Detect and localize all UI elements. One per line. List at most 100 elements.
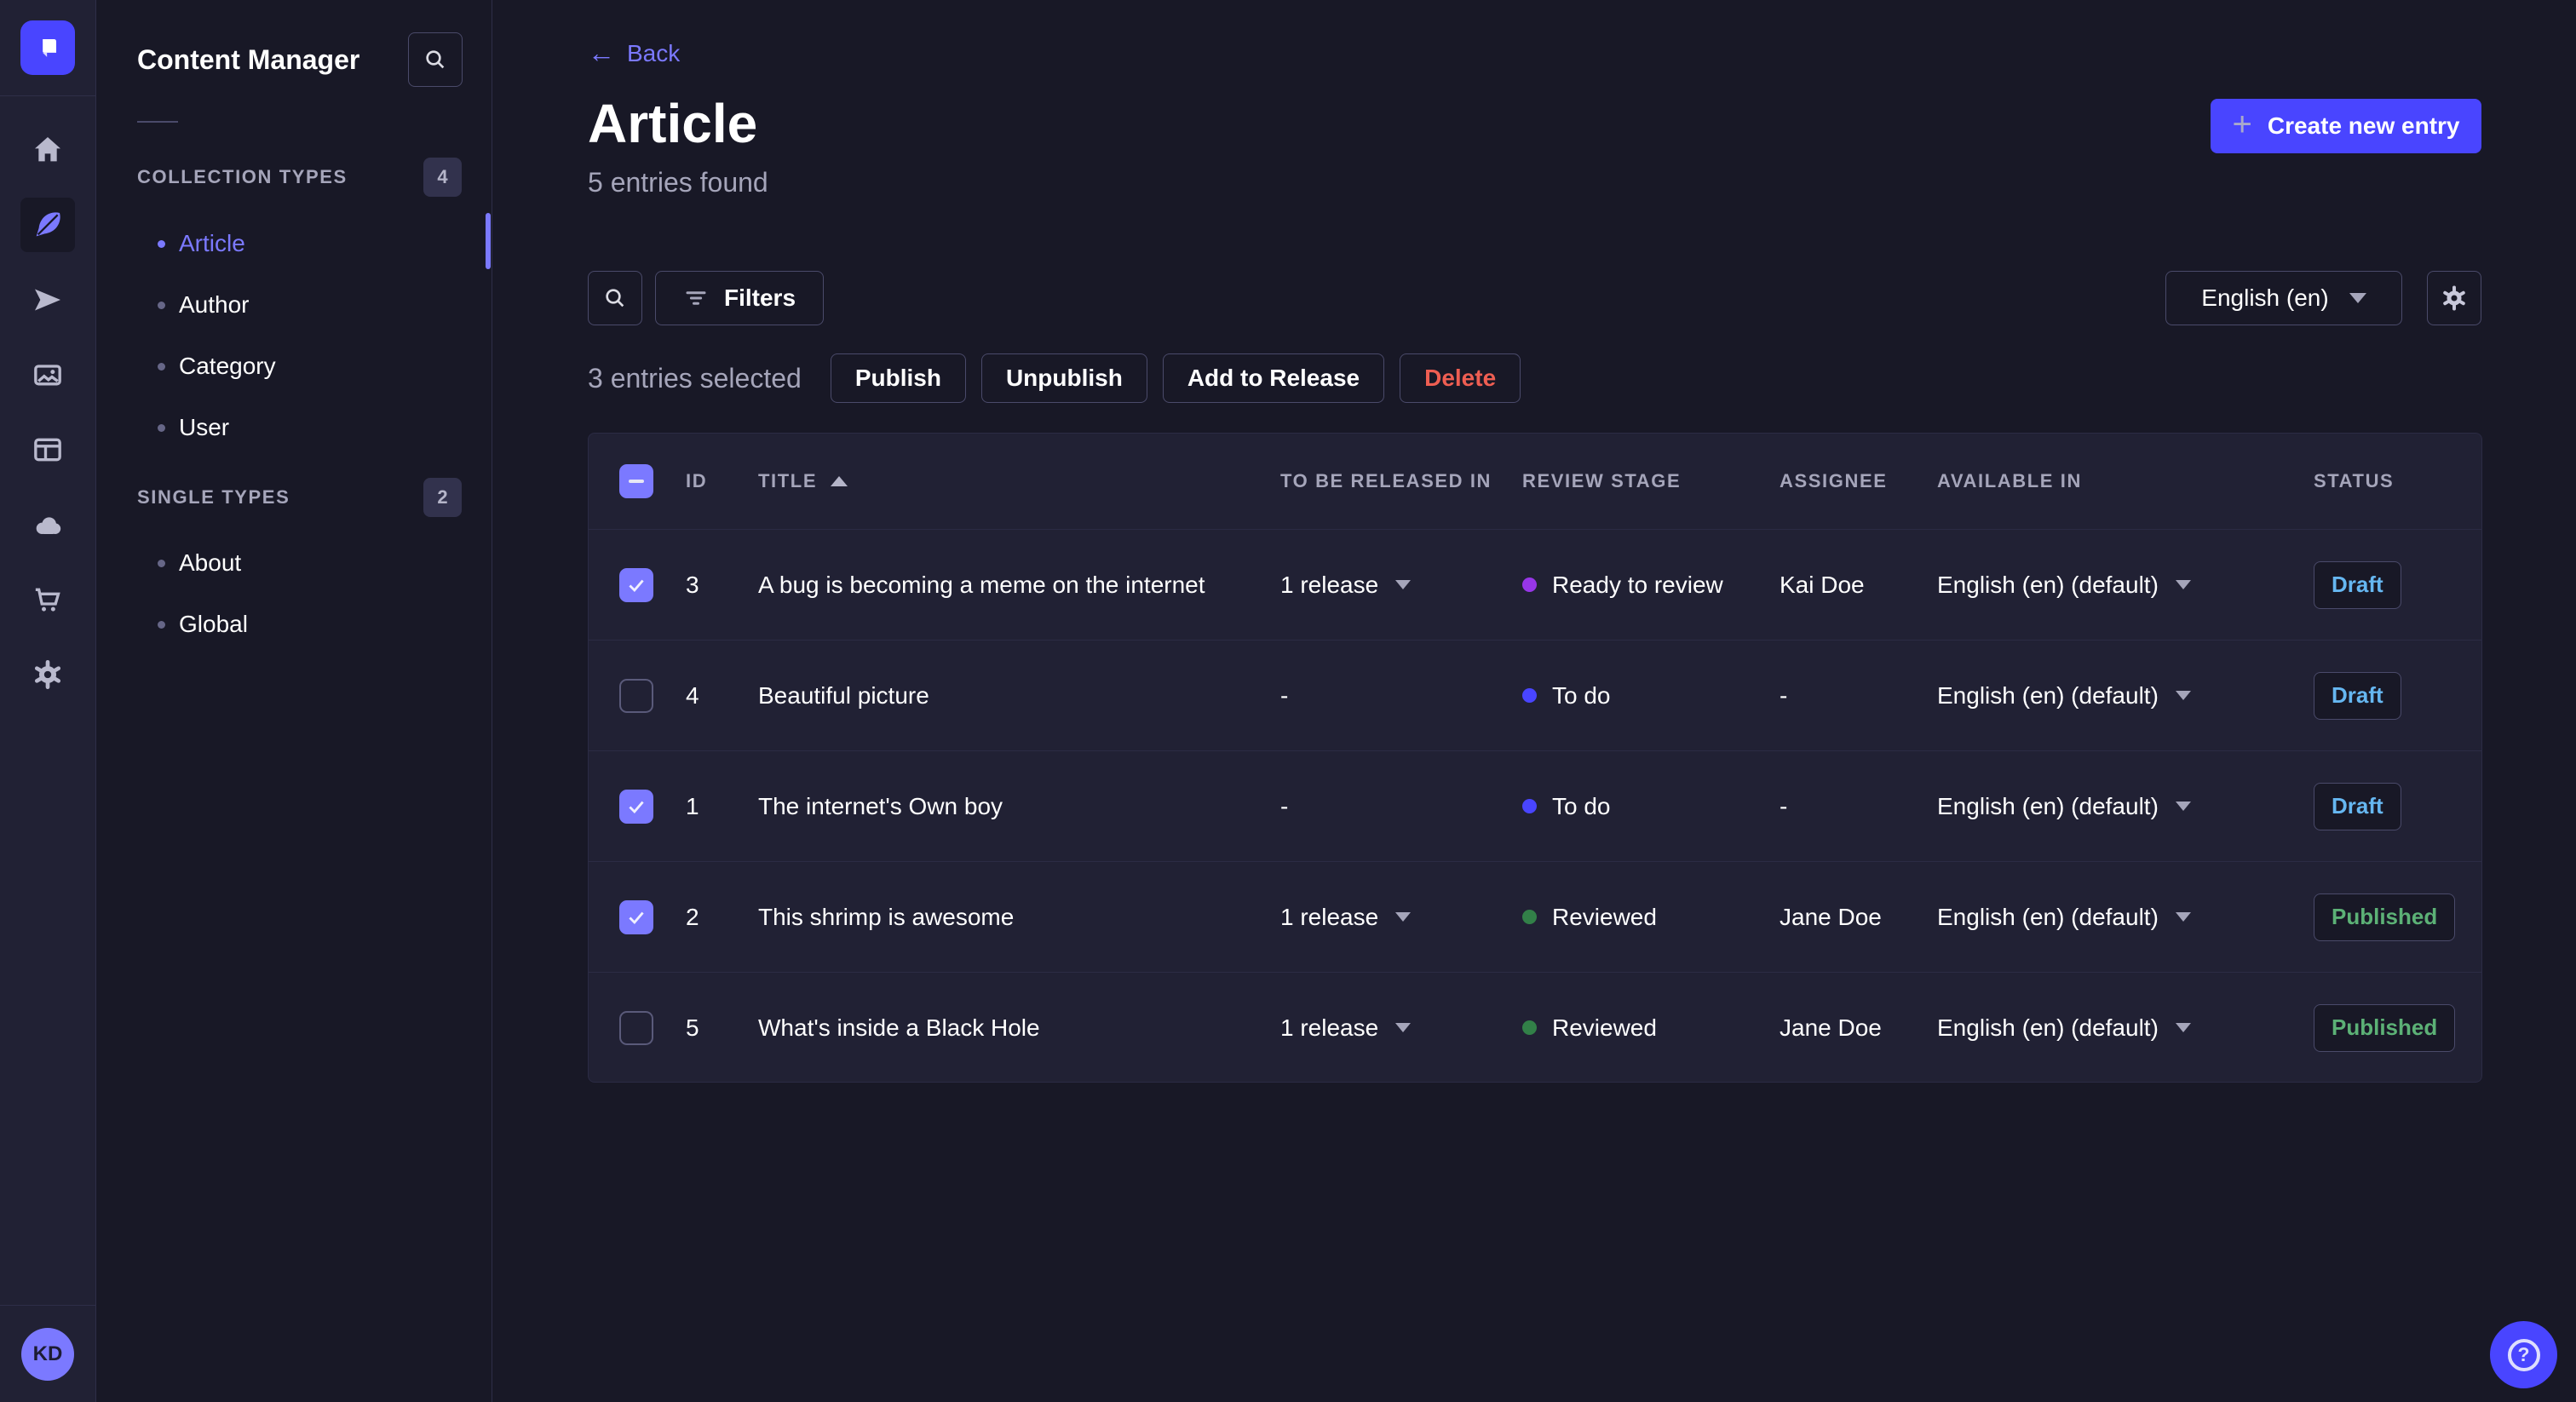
cell-title: This shrimp is awesome xyxy=(758,903,1015,930)
status-badge: Published xyxy=(2314,893,2456,941)
cell-review-stage: Reviewed xyxy=(1522,904,1780,931)
table-body: 3 A bug is becoming a meme on the intern… xyxy=(589,529,2481,1082)
bullet-icon xyxy=(158,301,165,309)
row-checkbox[interactable] xyxy=(619,678,653,713)
feather-icon xyxy=(36,212,60,237)
table-row[interactable]: 4 Beautiful picture - To do - English (e… xyxy=(589,640,2481,750)
cell-id: 3 xyxy=(686,571,699,598)
cell-assignee: - xyxy=(1780,681,1788,709)
nav-item-settings[interactable] xyxy=(20,647,75,702)
cell-release[interactable]: - xyxy=(1280,793,1522,820)
table-header-row: ID TITLE TO BE RELEASED IN REVIEW STAGE … xyxy=(589,434,2481,529)
column-header-released-in: TO BE RELEASED IN xyxy=(1280,470,1492,491)
row-checkbox[interactable] xyxy=(619,789,653,824)
locale-chevron-icon xyxy=(2175,802,2191,811)
table-row[interactable]: 2 This shrimp is awesome 1 release Revie… xyxy=(589,861,2481,972)
cell-release[interactable]: 1 release xyxy=(1280,904,1522,931)
column-header-id[interactable]: ID xyxy=(686,470,758,492)
user-avatar[interactable]: KD xyxy=(21,1328,74,1381)
bulk-actions-row: 3 entries selected Publish Unpublish Add… xyxy=(588,353,1536,403)
sidebar-item-author[interactable]: Author xyxy=(96,274,492,336)
nav-item-marketplace[interactable] xyxy=(20,572,75,627)
row-checkbox[interactable] xyxy=(619,1010,653,1045)
plus-icon: + xyxy=(2232,106,2252,143)
delete-button[interactable]: Delete xyxy=(1400,353,1521,403)
row-checkbox[interactable] xyxy=(619,567,653,602)
status-badge: Draft xyxy=(2314,782,2401,830)
section-label-single-types: SINGLE TYPES xyxy=(137,486,290,508)
cell-locale[interactable]: English (en) (default) xyxy=(1937,793,2314,820)
cell-review-stage: Reviewed xyxy=(1522,1014,1780,1042)
sidebar-item-about[interactable]: About xyxy=(96,532,492,594)
column-header-title[interactable]: TITLE xyxy=(758,470,1280,492)
publish-button[interactable]: Publish xyxy=(830,353,966,403)
row-checkbox[interactable] xyxy=(619,899,653,934)
bullet-icon xyxy=(158,620,165,629)
sidebar-item-category[interactable]: Category xyxy=(96,336,492,397)
nav-item-content-manager[interactable] xyxy=(20,198,75,252)
cloud-icon xyxy=(36,517,61,534)
release-chevron xyxy=(1395,580,1412,589)
filters-button[interactable]: Filters xyxy=(655,271,825,325)
bullet-icon xyxy=(158,423,165,432)
selected-count-text: 3 entries selected xyxy=(588,362,802,394)
cell-locale[interactable]: English (en) (default) xyxy=(1937,1014,2314,1042)
single-types-count: 2 xyxy=(423,478,462,517)
gear-icon xyxy=(2443,285,2465,311)
locale-chevron-icon xyxy=(2175,912,2191,922)
table-row[interactable]: 3 A bug is becoming a meme on the intern… xyxy=(589,529,2481,640)
strapi-logo-icon xyxy=(43,39,56,57)
content-manager-subnav: Content Manager COLLECTION TYPES 4 Artic… xyxy=(96,0,492,1402)
strapi-logo[interactable] xyxy=(20,20,75,75)
nav-item-home[interactable] xyxy=(20,123,75,177)
bullet-icon xyxy=(158,239,165,248)
cell-id: 1 xyxy=(686,792,699,819)
locale-chevron-icon xyxy=(2175,1023,2191,1032)
back-link[interactable]: ← Back xyxy=(588,37,680,69)
controls-row: Filters English (en) xyxy=(588,271,2481,325)
sidebar-item-article[interactable]: Article xyxy=(96,213,492,274)
cell-locale[interactable]: English (en) (default) xyxy=(1937,682,2314,710)
section-label-collection-types: COLLECTION TYPES xyxy=(137,166,348,187)
sidebar-item-global[interactable]: Global xyxy=(96,594,492,655)
collection-types-count: 4 xyxy=(423,158,462,197)
table-row[interactable]: 1 The internet's Own boy - To do - Engli… xyxy=(589,750,2481,861)
create-new-entry-button[interactable]: + Create new entry xyxy=(2211,99,2481,153)
cell-release[interactable]: 1 release xyxy=(1280,1014,1522,1042)
add-to-release-button[interactable]: Add to Release xyxy=(1162,353,1385,403)
nav-item-content-type-builder[interactable] xyxy=(20,422,75,477)
layout-icon xyxy=(34,438,61,462)
search-button[interactable] xyxy=(588,271,642,325)
cell-locale[interactable]: English (en) (default) xyxy=(1937,904,2314,931)
stage-dot-icon xyxy=(1522,688,1537,703)
unpublish-button[interactable]: Unpublish xyxy=(980,353,1147,403)
question-mark-icon: ? xyxy=(2507,1338,2540,1371)
nav-item-deploy[interactable] xyxy=(20,497,75,552)
cell-assignee: Kai Doe xyxy=(1780,571,1865,598)
search-icon xyxy=(606,289,624,307)
cell-release[interactable]: 1 release xyxy=(1280,572,1522,599)
select-all-checkbox[interactable] xyxy=(619,464,653,498)
nav-divider-bottom xyxy=(0,1305,95,1306)
subnav-divider xyxy=(137,121,178,123)
cell-assignee: Jane Doe xyxy=(1780,1014,1882,1041)
nav-item-media-library[interactable] xyxy=(20,348,75,402)
page-title: Article xyxy=(588,93,758,154)
main-nav: KD xyxy=(0,0,96,1402)
sidebar-item-user[interactable]: User xyxy=(96,397,492,458)
column-header-available-in: AVAILABLE IN xyxy=(1937,470,2082,491)
cell-locale[interactable]: English (en) (default) xyxy=(1937,572,2314,599)
subnav-scrollbar-thumb[interactable] xyxy=(486,213,491,269)
help-button[interactable]: ? xyxy=(2490,1321,2557,1388)
cell-release[interactable]: - xyxy=(1280,682,1522,710)
cell-assignee: - xyxy=(1780,792,1788,819)
subnav-search-button[interactable] xyxy=(408,32,463,87)
table-row[interactable]: 5 What's inside a Black Hole 1 release R… xyxy=(589,972,2481,1082)
locale-select[interactable]: English (en) xyxy=(2165,271,2402,325)
checkmark-icon xyxy=(629,579,644,592)
entries-table: ID TITLE TO BE RELEASED IN REVIEW STAGE … xyxy=(588,433,2482,1083)
nav-item-releases[interactable] xyxy=(20,273,75,327)
view-settings-button[interactable] xyxy=(2427,271,2481,325)
cell-review-stage: To do xyxy=(1522,682,1780,710)
stage-dot-icon xyxy=(1522,910,1537,924)
